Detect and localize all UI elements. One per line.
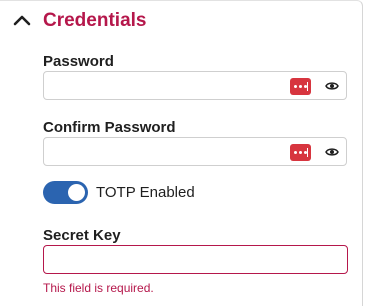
password-manager-icon[interactable] [290, 144, 311, 161]
totp-toggle[interactable] [43, 181, 88, 204]
credentials-panel: Credentials Password Confirm Password TO… [0, 0, 363, 306]
secret-key-field-wrapper [43, 245, 348, 274]
credentials-section-header[interactable]: Credentials [0, 1, 362, 45]
chevron-up-icon[interactable] [13, 14, 31, 26]
secret-key-label: Secret Key [43, 227, 121, 244]
eye-icon[interactable] [325, 146, 339, 158]
confirm-password-input[interactable] [44, 138, 300, 165]
secret-key-input[interactable] [44, 246, 347, 273]
password-label: Password [43, 53, 114, 70]
secret-key-error: This field is required. [43, 281, 154, 295]
eye-icon[interactable] [325, 80, 339, 92]
confirm-password-label: Confirm Password [43, 119, 176, 136]
password-input[interactable] [44, 72, 300, 99]
section-title: Credentials [43, 10, 147, 31]
toggle-knob [68, 184, 85, 201]
confirm-password-field-wrapper [43, 137, 347, 166]
password-field-wrapper [43, 71, 347, 100]
totp-label: TOTP Enabled [96, 184, 195, 201]
password-manager-icon[interactable] [290, 78, 311, 95]
